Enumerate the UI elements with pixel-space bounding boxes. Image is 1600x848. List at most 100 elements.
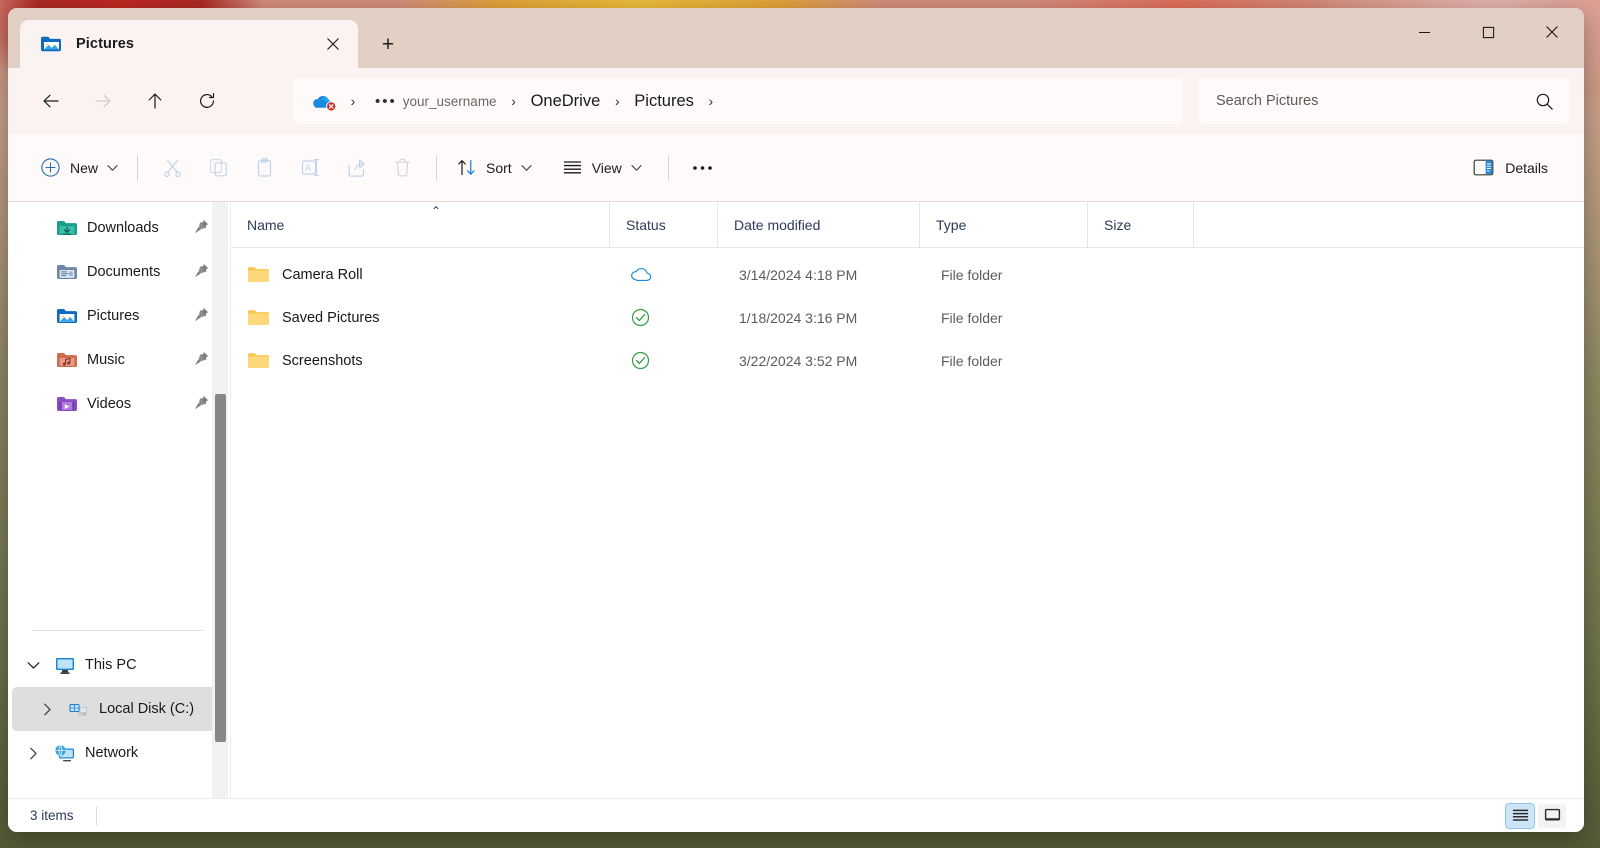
maximize-button[interactable] (1456, 8, 1520, 56)
breadcrumb-separator: › (614, 93, 620, 109)
column-header-type[interactable]: Type (919, 202, 1087, 248)
sidebar-scrollbar-track[interactable] (212, 202, 228, 798)
pictures-folder-icon (41, 36, 61, 52)
address-bar-row: › ••• your_username › OneDrive › Picture… (8, 68, 1584, 134)
minimize-icon (1418, 31, 1430, 33)
pin-icon[interactable] (193, 262, 210, 279)
row-date-cell: 3/14/2024 4:18 PM (723, 253, 925, 296)
search-box[interactable] (1198, 78, 1570, 124)
row-type-cell: File folder (925, 253, 1093, 296)
sidebar-scrollbar-thumb[interactable] (215, 394, 226, 742)
close-button[interactable] (1520, 8, 1584, 56)
pin-icon[interactable] (193, 394, 210, 411)
sidebar-item-videos[interactable]: Videos (12, 382, 226, 426)
row-date-cell: 1/18/2024 3:16 PM (723, 296, 925, 339)
column-header-date-modified[interactable]: Date modified (717, 202, 919, 248)
see-more-button[interactable] (680, 148, 726, 188)
forward-button[interactable] (84, 82, 122, 120)
tab-close-button[interactable] (318, 29, 348, 59)
sort-ascending-caret-icon: ⌃ (431, 204, 442, 218)
row-type: File folder (941, 309, 1003, 326)
sidebar-item-documents[interactable]: Documents (12, 250, 226, 294)
column-header-name[interactable]: Name ⌃ (231, 202, 609, 248)
item-count-label: 3 items (30, 808, 74, 823)
chevron-down-icon[interactable] (20, 661, 46, 670)
breadcrumb-expand-button[interactable]: › (697, 93, 725, 109)
sidebar-item-pictures[interactable]: Pictures (12, 294, 226, 338)
sidebar-item-downloads[interactable]: Downloads (12, 206, 226, 250)
details-pane-button[interactable]: Details (1463, 148, 1558, 188)
chevron-right-icon[interactable] (34, 703, 60, 716)
row-date-modified: 1/18/2024 3:16 PM (739, 309, 858, 326)
this-pc-icon (56, 658, 74, 674)
navigation-pane: Downloads Documents Pictures Music Video… (8, 202, 230, 798)
pictures-folder-icon (57, 309, 77, 323)
svg-text:A: A (305, 163, 311, 173)
row-name-cell: Saved Pictures (237, 296, 615, 339)
copy-button[interactable] (195, 148, 241, 188)
delete-button[interactable] (379, 148, 425, 188)
large-icons-view-button[interactable] (1538, 803, 1566, 828)
breadcrumb-item-username[interactable]: your_username (400, 90, 500, 113)
row-status-cell (615, 253, 723, 296)
minimize-button[interactable] (1392, 8, 1456, 56)
local-disk-icon (69, 704, 87, 716)
up-button[interactable] (136, 82, 174, 120)
column-header-size[interactable]: Size (1087, 202, 1193, 248)
navigation-pane-scroll: Downloads Documents Pictures Music Video… (8, 202, 230, 798)
documents-folder-icon (57, 265, 77, 279)
breadcrumb-item-onedrive[interactable]: OneDrive (528, 88, 604, 115)
pin-icon[interactable] (193, 218, 210, 235)
status-bar: 3 items (8, 798, 1584, 832)
share-button[interactable] (333, 148, 379, 188)
row-date-cell: 3/22/2024 3:52 PM (723, 339, 925, 382)
view-button[interactable]: View (554, 148, 650, 188)
rename-button[interactable]: A (287, 148, 333, 188)
sidebar-item-this-pc[interactable]: This PC (12, 643, 226, 687)
row-date-modified: 3/14/2024 4:18 PM (739, 266, 858, 283)
sidebar-item-network[interactable]: Network (12, 731, 226, 775)
tab-title: Pictures (76, 36, 135, 52)
sidebar-item-label: Music (87, 352, 125, 368)
tab-pictures[interactable]: Pictures (20, 20, 358, 68)
column-header-status[interactable]: Status (609, 202, 717, 248)
explorer-body: Downloads Documents Pictures Music Video… (8, 202, 1584, 798)
chevron-right-icon[interactable] (20, 747, 46, 760)
details-button-label: Details (1505, 159, 1548, 176)
refresh-button[interactable] (188, 82, 226, 120)
search-icon[interactable] (1535, 92, 1554, 111)
status-divider (95, 806, 97, 825)
folder-icon (248, 310, 269, 325)
command-bar: New A Sort View Details (8, 134, 1584, 202)
table-row[interactable]: Saved Pictures 1/18/2024 3:16 PM File fo… (237, 296, 1578, 339)
new-tab-button[interactable]: + (372, 30, 404, 60)
new-button-label: New (70, 159, 99, 176)
sidebar-item-local-disk-c[interactable]: Local Disk (C:) (12, 687, 226, 731)
sidebar-item-label: Downloads (87, 220, 159, 236)
new-button[interactable]: New (32, 148, 126, 188)
search-input[interactable] (1216, 93, 1535, 109)
paste-button[interactable] (241, 148, 287, 188)
table-row[interactable]: Screenshots 3/22/2024 3:52 PM File folde… (237, 339, 1578, 382)
row-type-cell: File folder (925, 296, 1093, 339)
sort-button[interactable]: Sort (448, 148, 540, 188)
details-view-button[interactable] (1505, 802, 1535, 829)
maximize-icon (1482, 26, 1494, 38)
pin-icon[interactable] (193, 350, 210, 367)
row-size-cell (1093, 253, 1199, 296)
row-status-cell (615, 339, 723, 382)
back-button[interactable] (32, 82, 70, 120)
pin-icon[interactable] (193, 306, 210, 323)
breadcrumb-overflow-button[interactable]: ••• (367, 89, 400, 114)
sidebar-item-music[interactable]: Music (12, 338, 226, 382)
forward-arrow-icon (95, 94, 111, 108)
green-check-available-icon (631, 308, 650, 327)
folder-icon (248, 267, 269, 282)
breadcrumb[interactable]: › ••• your_username › OneDrive › Picture… (293, 78, 1183, 124)
row-file-name: Screenshots (282, 352, 363, 369)
cut-button[interactable] (149, 148, 195, 188)
table-row[interactable]: Camera Roll 3/14/2024 4:18 PM File folde… (237, 253, 1578, 296)
desktop-background: Pictures + › ••• your_username › OneDriv… (0, 0, 1600, 848)
chevron-down-icon (107, 164, 118, 171)
breadcrumb-item-pictures[interactable]: Pictures (631, 88, 697, 115)
